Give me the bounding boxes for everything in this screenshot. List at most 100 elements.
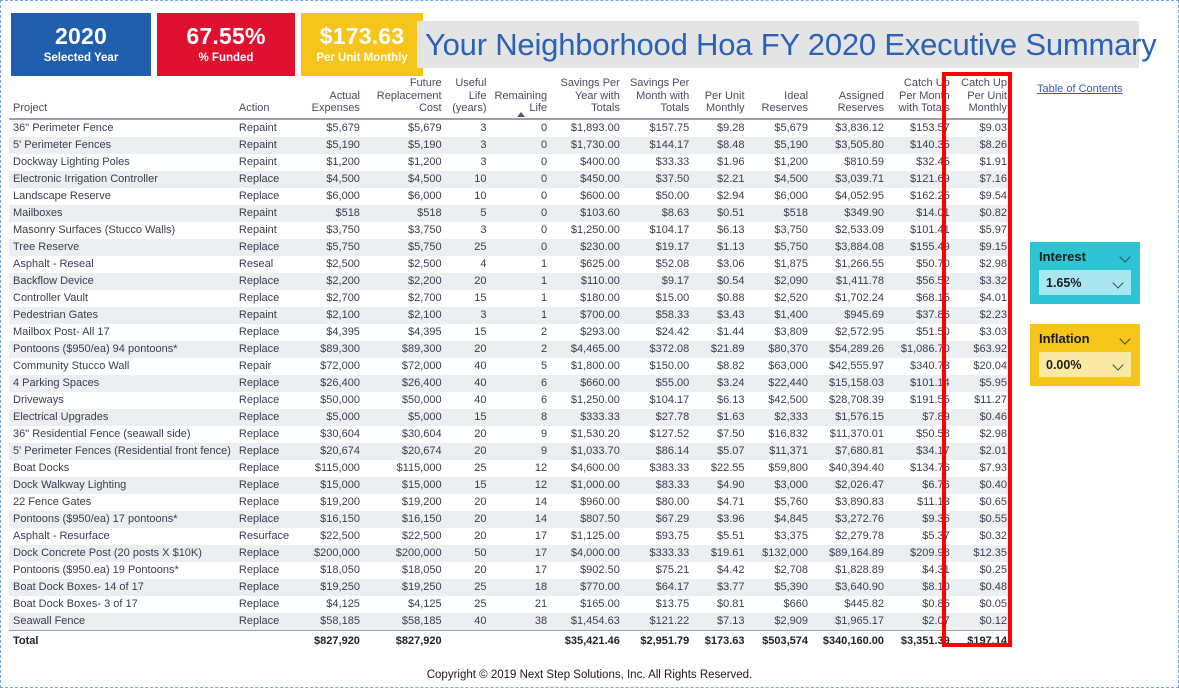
kpi-card-percent-funded[interactable]: 67.55% % Funded bbox=[157, 13, 295, 76]
cell-remaining-life: 14 bbox=[534, 495, 548, 508]
table-row[interactable]: Backflow Device Replace $2,200 $2,200 20 1 $11… bbox=[9, 272, 1011, 290]
table-row[interactable]: Boat Docks Replace $115,000 $115,000 25 12 $4,… bbox=[9, 459, 1011, 477]
cell-assigned-reserves: $3,505.80 bbox=[835, 138, 885, 151]
table-row[interactable]: Electrical Upgrades Replace $5,000 $5,000 15… bbox=[9, 408, 1011, 426]
col-header-future-replacement-cost[interactable]: Future Replacement Cost bbox=[363, 77, 446, 120]
cell-catch-up-per-month: $140.35 bbox=[910, 138, 950, 151]
col-header-savings-per-month[interactable]: Savings Per Month with Totals bbox=[623, 77, 694, 120]
cell-assigned-reserves: $2,572.95 bbox=[835, 325, 885, 338]
cell-catch-up-per-month: $51.50 bbox=[916, 325, 950, 338]
table-row[interactable]: Dock Concrete Post (20 posts X $10K) Repl… bbox=[9, 544, 1011, 562]
col-header-project[interactable]: Project bbox=[9, 77, 235, 120]
cell-per-unit-monthly: $7.13 bbox=[717, 614, 745, 627]
cell-useful-life: 50 bbox=[474, 546, 487, 559]
slicer-interest[interactable]: Interest 1.65% bbox=[1030, 242, 1140, 304]
table-row[interactable]: Controller Vault Replace $2,700 $2,700 15 1 $1… bbox=[9, 289, 1011, 307]
cell-remaining-life: 0 bbox=[540, 240, 548, 253]
col-header-catch-up-per-month[interactable]: Catch Up Per Month with Totals bbox=[888, 77, 954, 120]
cell-catch-up-per-unit-monthly: $2.98 bbox=[979, 427, 1007, 440]
cell-useful-life: 3 bbox=[480, 121, 487, 134]
cell-future-replacement-cost: $827,920 bbox=[363, 629, 446, 650]
cell-future-replacement-cost: $3,750 bbox=[407, 223, 442, 236]
table-row[interactable]: Pontoons ($950/ea) 94 pontoons* Replace $8… bbox=[9, 340, 1011, 358]
col-header-catch-up-per-unit-monthly[interactable]: Catch Up Per Unit Monthly bbox=[953, 77, 1011, 120]
cell-catch-up-per-month: $32.45 bbox=[916, 155, 950, 168]
cell-savings-per-year: $625.00 bbox=[580, 257, 620, 270]
table-of-contents-link[interactable]: Table of Contents bbox=[1037, 83, 1123, 95]
cell-catch-up-per-unit-monthly: $9.54 bbox=[979, 189, 1007, 202]
table-row[interactable]: 36" Residential Fence (seawall side) Repl… bbox=[9, 425, 1011, 443]
table-body: 36" Perimeter Fence Repaint $5,679 $5,679 3 0… bbox=[9, 118, 1011, 650]
table-row[interactable]: Electronic Irrigation Controller Replace $… bbox=[9, 170, 1011, 188]
col-header-action[interactable]: Action bbox=[234, 77, 299, 120]
cell-project: Asphalt - Reseal bbox=[13, 257, 94, 270]
table-row[interactable]: Tree Reserve Replace $5,750 $5,750 25 0 $230.0… bbox=[9, 238, 1011, 256]
col-header-savings-per-year[interactable]: Savings Per Year with Totals bbox=[551, 77, 624, 120]
slicer-inflation-dropdown[interactable]: 0.00% bbox=[1039, 352, 1131, 377]
cell-actual-expenses: $115,000 bbox=[314, 461, 360, 474]
table-row[interactable]: 5' Perimeter Fences (Residential front f… bbox=[9, 442, 1011, 460]
chevron-down-icon[interactable] bbox=[1120, 251, 1131, 262]
slicer-inflation-header: Inflation bbox=[1039, 331, 1131, 346]
report-page: 2020 Selected Year 67.55% % Funded $173.… bbox=[0, 0, 1179, 688]
table-row[interactable]: Mailbox Post- All 17 Replace $4,395 $4,395 1… bbox=[9, 323, 1011, 341]
col-header-assigned-reserves[interactable]: Assigned Reserves bbox=[812, 77, 889, 120]
cell-project: Dock Walkway Lighting bbox=[13, 478, 127, 491]
table-row[interactable]: 22 Fence Gates Replace $19,200 $19,200 20 14 $… bbox=[9, 493, 1011, 511]
table-row[interactable]: Dockway Lighting Poles Repaint $1,200 $1,20… bbox=[9, 153, 1011, 171]
table-row[interactable]: Pontoons ($950/ea) 17 pontoons* Replace $1… bbox=[9, 510, 1011, 528]
cell-action: Replace bbox=[238, 444, 280, 457]
table-row[interactable]: Driveways Replace $50,000 $50,000 40 6 $1,250.… bbox=[9, 391, 1011, 409]
chevron-down-icon[interactable] bbox=[1120, 333, 1131, 344]
cell-remaining-life: 0 bbox=[540, 206, 548, 219]
table-row[interactable]: Asphalt - Resurface Resurface $22,500 $22,5… bbox=[9, 527, 1011, 545]
cell-project: Boat Dock Boxes- 14 of 17 bbox=[13, 580, 144, 593]
table-row[interactable]: Mailboxes Repaint $518 $518 5 0 $103.60 $8.63 $0… bbox=[9, 204, 1011, 222]
table-row[interactable]: Pontoons ($950.ea) 19 Pontoons* Replace $1… bbox=[9, 561, 1011, 579]
table-row[interactable]: Masonry Surfaces (Stucco Walls) Repaint $3… bbox=[9, 221, 1011, 239]
kpi-value-percent-funded: 67.55% bbox=[186, 23, 266, 49]
table-row[interactable]: 5' Perimeter Fences Repaint $5,190 $5,190 3 0… bbox=[9, 136, 1011, 154]
col-header-useful-life[interactable]: Useful Life (years) bbox=[445, 77, 491, 120]
cell-action: Repaint bbox=[238, 206, 277, 219]
col-header-actual-expenses[interactable]: Actual Expenses bbox=[298, 77, 364, 120]
cell-per-unit-monthly: $0.88 bbox=[717, 291, 745, 304]
table-row[interactable]: Boat Dock Boxes- 14 of 17 Replace $19,250 $… bbox=[9, 578, 1011, 596]
table-row[interactable]: Landscape Reserve Replace $6,000 $6,000 10 0 $… bbox=[9, 187, 1011, 205]
cell-future-replacement-cost: $18,050 bbox=[401, 563, 442, 576]
cell-assigned-reserves: $54,289.26 bbox=[828, 342, 885, 355]
table-row[interactable]: Dock Walkway Lighting Replace $15,000 $15,0… bbox=[9, 476, 1011, 494]
table-row[interactable]: Pedestrian Gates Repaint $2,100 $2,100 3 1 $70… bbox=[9, 306, 1011, 324]
cell-savings-per-year: $1,033.70 bbox=[570, 444, 620, 457]
chevron-down-icon[interactable] bbox=[1113, 277, 1124, 288]
cell-savings-per-month: $121.22 bbox=[649, 614, 690, 627]
cell-ideal-reserves: $3,809 bbox=[774, 325, 809, 338]
cell-savings-per-month: $372.08 bbox=[649, 342, 690, 355]
table-row[interactable]: Asphalt - Reseal Reseal $2,500 $2,500 4 1 $625… bbox=[9, 255, 1011, 273]
cell-savings-per-year: $1,250.00 bbox=[570, 223, 620, 236]
slicer-inflation[interactable]: Inflation 0.00% bbox=[1030, 324, 1140, 386]
cell-ideal-reserves: $1,200 bbox=[774, 155, 809, 168]
kpi-card-selected-year[interactable]: 2020 Selected Year bbox=[11, 13, 151, 76]
table-row[interactable]: 36" Perimeter Fence Repaint $5,679 $5,679 3 0… bbox=[9, 118, 1011, 137]
col-header-per-unit-monthly[interactable]: Per Unit Monthly bbox=[693, 77, 749, 120]
table-row[interactable]: Boat Dock Boxes- 3 of 17 Replace $4,125 $4,… bbox=[9, 595, 1011, 613]
cell-actual-expenses: $2,100 bbox=[326, 308, 360, 321]
table-row[interactable]: Community Stucco Wall Repair $72,000 $72,00… bbox=[9, 357, 1011, 375]
table-total-row[interactable]: Total $827,920 $827,920 $35,421.46 $2,951.79… bbox=[9, 629, 1011, 650]
cell-useful-life: 5 bbox=[480, 206, 487, 219]
cell-catch-up-per-unit-monthly: $11.27 bbox=[974, 393, 1007, 406]
col-header-ideal-reserves[interactable]: Ideal Reserves bbox=[748, 77, 813, 120]
cell-future-replacement-cost: $72,000 bbox=[401, 359, 442, 372]
cell-project: 36" Perimeter Fence bbox=[13, 121, 114, 134]
table-row[interactable]: Seawall Fence Replace $58,185 $58,185 40 38 $1… bbox=[9, 612, 1011, 630]
chevron-down-icon[interactable] bbox=[1113, 359, 1124, 370]
table-row[interactable]: 4 Parking Spaces Replace $26,400 $26,400 40 6… bbox=[9, 374, 1011, 392]
slicer-interest-dropdown[interactable]: 1.65% bbox=[1039, 270, 1131, 295]
col-header-remaining-life[interactable]: Remaining Life bbox=[490, 77, 552, 120]
kpi-card-per-unit-monthly[interactable]: $173.63 Per Unit Monthly bbox=[301, 13, 423, 76]
cell-ideal-reserves: $5,390 bbox=[774, 580, 809, 593]
slicer-inflation-label: Inflation bbox=[1039, 331, 1090, 346]
cell-remaining-life: 21 bbox=[534, 597, 548, 610]
cell-catch-up-per-month: $14.01 bbox=[916, 206, 950, 219]
